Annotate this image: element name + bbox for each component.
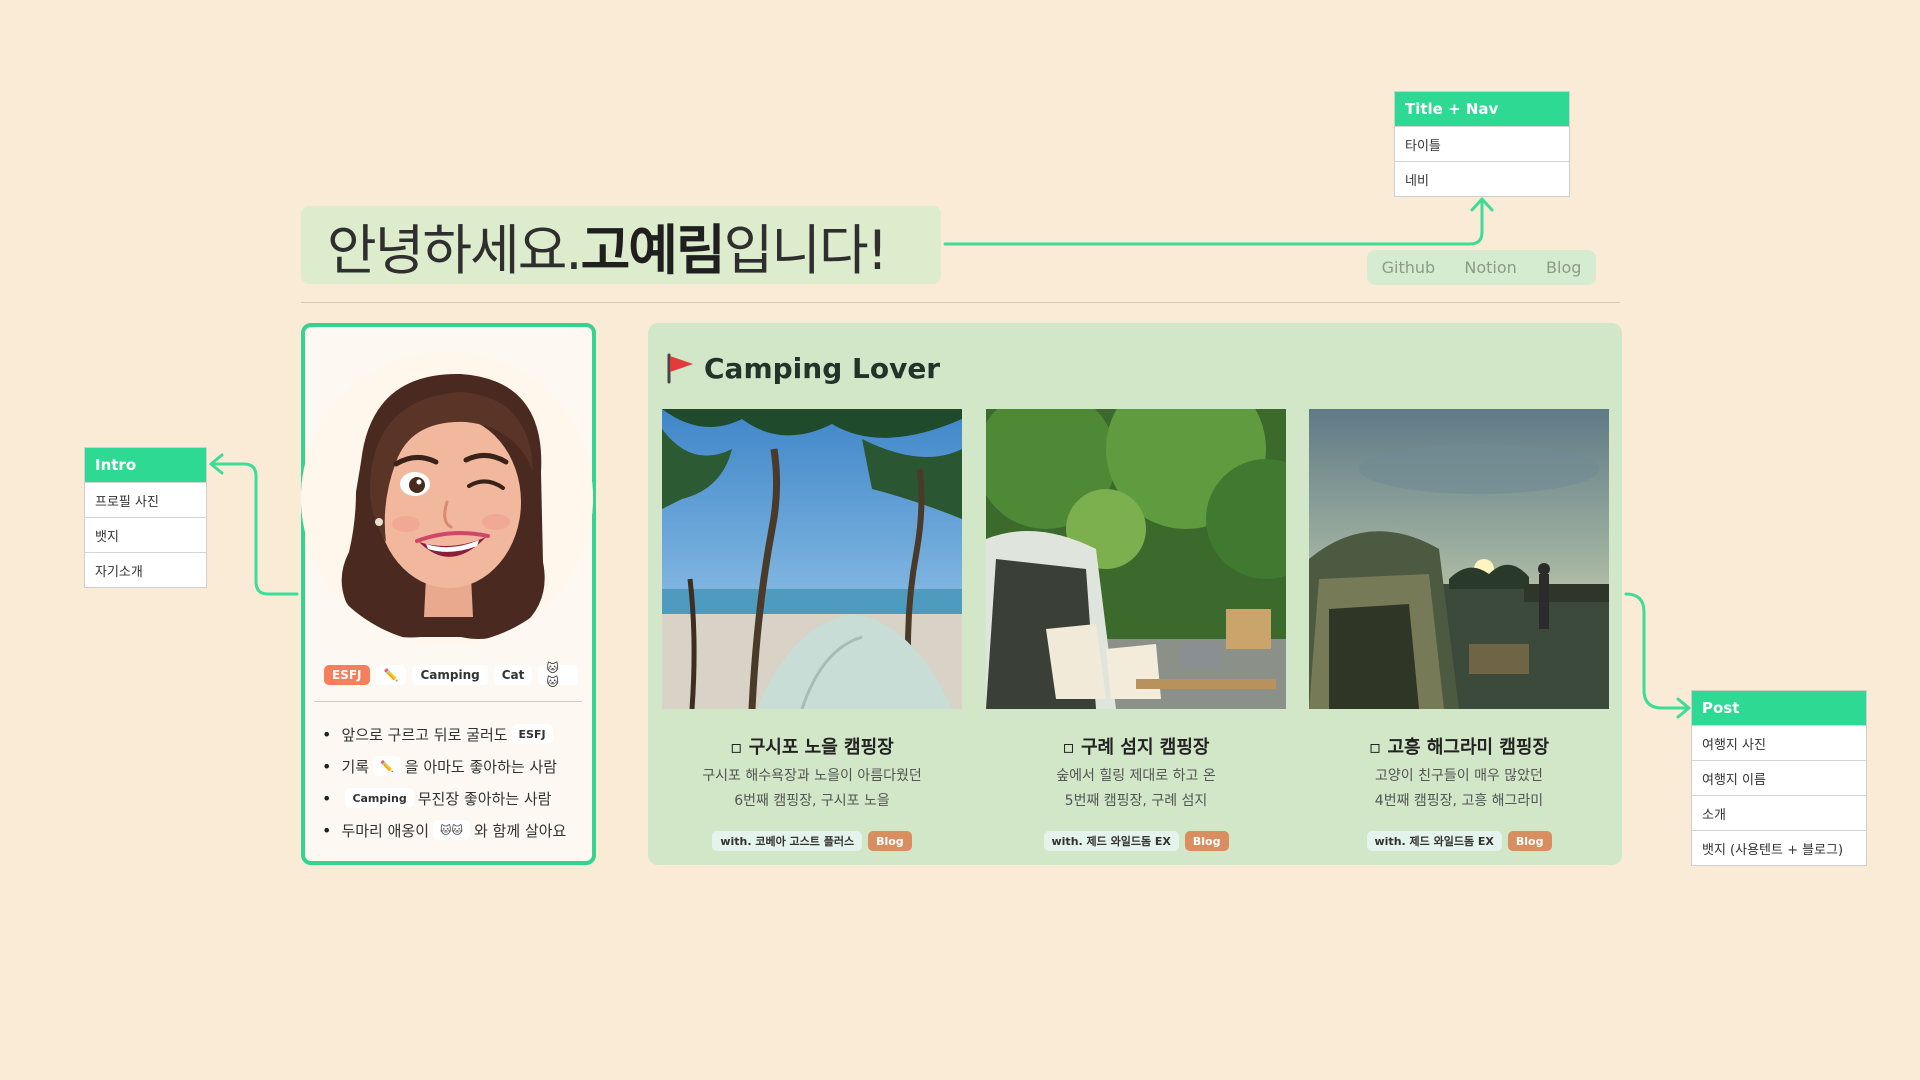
annotation-row: 뱃지 bbox=[85, 517, 206, 552]
post-photo-1[interactable] bbox=[662, 409, 962, 709]
memoji-avatar-icon bbox=[301, 352, 593, 644]
post-desc-line: 구시포 해수욕장과 노을이 아름다웠던 bbox=[702, 768, 922, 784]
badge-mbti: ESFJ bbox=[324, 665, 370, 685]
intro-chip: Camping bbox=[345, 788, 414, 808]
intro-text: 기록 bbox=[341, 757, 370, 776]
post-desc-1: 구시포 해수욕장과 노을이 아름다웠던 6번째 캠핑장, 구시포 노을 bbox=[662, 764, 962, 814]
square-bullet-icon: ▫ bbox=[1368, 737, 1388, 758]
post-desc-line: 5번째 캠핑장, 구례 섬지 bbox=[1064, 793, 1208, 809]
blog-badge[interactable]: Blog bbox=[868, 831, 912, 851]
square-bullet-icon: ▫ bbox=[730, 737, 749, 758]
sunset-camp-photo-icon bbox=[1309, 409, 1609, 709]
intro-text: 와 함께 살아요 bbox=[473, 821, 567, 840]
intro-text: 무진장 좋아하는 사람 bbox=[417, 789, 552, 808]
annotation-row: 자기소개 bbox=[85, 552, 206, 587]
post-desc-line: 숲에서 힐링 제대로 하고 온 bbox=[1056, 768, 1216, 784]
camping-heading-text: Camping Lover bbox=[704, 351, 941, 385]
post-title-1[interactable]: ▫ 구시포 노을 캠핑장 bbox=[662, 733, 962, 759]
intro-item: 기록 ✏️ 을 아마도 좋아하는 사람 bbox=[322, 750, 592, 782]
annotation-row: 타이틀 bbox=[1395, 126, 1569, 161]
annotation-post: Post 여행지 사진 여행지 이름 소개 뱃지 (사용텐트 + 블로그) bbox=[1691, 690, 1867, 866]
badge-camping: Camping bbox=[412, 665, 488, 685]
badge-pencil: ✏️ bbox=[375, 665, 407, 685]
profile-divider bbox=[314, 701, 582, 702]
intro-chip: 🐱🐱 bbox=[433, 820, 470, 840]
nav-github[interactable]: Github bbox=[1382, 258, 1436, 277]
annotation-row: 소개 bbox=[1692, 795, 1866, 830]
tent-badge: with. 코베아 고스트 플러스 bbox=[712, 831, 863, 851]
annotation-header: Intro bbox=[85, 448, 206, 482]
post-tags-3: with. 제드 와일드돔 EX Blog bbox=[1309, 831, 1609, 851]
tent-badge: with. 제드 와일드돔 EX bbox=[1366, 831, 1502, 851]
nav-blog[interactable]: Blog bbox=[1546, 258, 1581, 277]
post-desc-3: 고양이 친구들이 매우 많았던 4번째 캠핑장, 고흥 해그라미 bbox=[1309, 764, 1609, 814]
post-desc-line: 고양이 친구들이 매우 많았던 bbox=[1375, 768, 1543, 784]
title-suffix: 입니다! bbox=[723, 218, 889, 282]
post-desc-2: 숲에서 힐링 제대로 하고 온 5번째 캠핑장, 구례 섬지 bbox=[986, 764, 1286, 814]
post-tags-2: with. 제드 와일드돔 EX Blog bbox=[986, 831, 1286, 851]
square-bullet-icon: ▫ bbox=[1062, 737, 1081, 758]
header-divider bbox=[301, 302, 1620, 303]
red-flag-icon bbox=[667, 353, 693, 384]
tent-badge: with. 제드 와일드돔 EX bbox=[1043, 831, 1179, 851]
avatar bbox=[301, 352, 593, 644]
annotation-row: 뱃지 (사용텐트 + 블로그) bbox=[1692, 830, 1866, 865]
badge-cat: Cat bbox=[493, 665, 533, 685]
post-title-2[interactable]: ▫ 구례 섬지 캠핑장 bbox=[986, 733, 1286, 759]
annotation-title-nav: Title + Nav 타이틀 네비 bbox=[1394, 91, 1570, 197]
blog-badge[interactable]: Blog bbox=[1507, 831, 1552, 851]
intro-text: 을 아마도 좋아하는 사람 bbox=[404, 757, 558, 776]
intro-item: Camping 무진장 좋아하는 사람 bbox=[322, 782, 592, 814]
profile-badges: ESFJ ✏️ Camping Cat 🐱🐱 bbox=[324, 661, 578, 689]
annotation-row: 프로필 사진 bbox=[85, 482, 206, 517]
title-prefix: 안녕하세요. bbox=[327, 218, 583, 282]
intro-item: 앞으로 구르고 뒤로 굴러도 ESFJ bbox=[322, 718, 592, 750]
post-photo-2[interactable] bbox=[986, 409, 1286, 709]
title-name: 고예림 bbox=[580, 218, 726, 282]
annotation-row: 여행지 이름 bbox=[1692, 760, 1866, 795]
intro-list: 앞으로 구르고 뒤로 굴러도 ESFJ 기록 ✏️ 을 아마도 좋아하는 사람 … bbox=[322, 718, 592, 846]
post-desc-line: 4번째 캠핑장, 고흥 해그라미 bbox=[1374, 793, 1544, 809]
annotation-row: 여행지 사진 bbox=[1692, 725, 1866, 760]
intro-chip: ESFJ bbox=[511, 724, 553, 744]
annotation-header: Title + Nav bbox=[1395, 92, 1569, 126]
badge-cats-emoji: 🐱🐱 bbox=[538, 661, 578, 689]
camping-heading: Camping Lover bbox=[664, 348, 940, 388]
post-photo-3[interactable] bbox=[1309, 409, 1609, 709]
intro-text: 앞으로 구르고 뒤로 굴러도 bbox=[341, 725, 508, 744]
intro-text: 두마리 애옹이 bbox=[341, 821, 430, 840]
post-title-3[interactable]: ▫ 고흥 해그라미 캠핑장 bbox=[1309, 733, 1609, 759]
annotation-row: 네비 bbox=[1395, 161, 1569, 196]
post-desc-line: 6번째 캠핑장, 구시포 노을 bbox=[734, 793, 890, 809]
intro-chip: ✏️ bbox=[373, 756, 401, 776]
annotation-header: Post bbox=[1692, 691, 1866, 725]
post-tags-1: with. 코베아 고스트 플러스 Blog bbox=[662, 831, 962, 851]
page-title: 안녕하세요. 고예림 입니다! bbox=[301, 206, 941, 284]
top-nav: Github Notion Blog bbox=[1367, 250, 1596, 285]
blog-badge[interactable]: Blog bbox=[1184, 831, 1229, 851]
beach-camp-photo-icon bbox=[662, 409, 962, 709]
post-title-text: 구시포 노을 캠핑장 bbox=[748, 737, 894, 758]
forest-camp-photo-icon bbox=[986, 409, 1286, 709]
post-title-text: 구례 섬지 캠핑장 bbox=[1081, 737, 1210, 758]
post-title-text: 고흥 해그라미 캠핑장 bbox=[1387, 737, 1550, 758]
intro-item: 두마리 애옹이 🐱🐱 와 함께 살아요 bbox=[322, 814, 592, 846]
annotation-intro: Intro 프로필 사진 뱃지 자기소개 bbox=[84, 447, 207, 588]
nav-notion[interactable]: Notion bbox=[1464, 258, 1516, 277]
